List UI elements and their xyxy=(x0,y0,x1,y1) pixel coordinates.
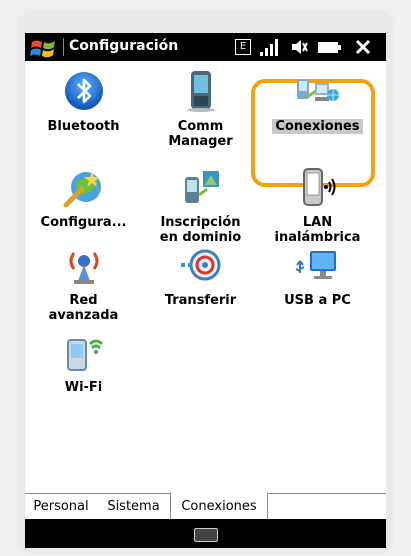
tab-bar: Personal Sistema Conexiones xyxy=(25,492,386,520)
comm-manager-label: Comm Manager xyxy=(168,119,233,149)
beam-label: Transferir xyxy=(164,293,237,308)
status-box-icon: E xyxy=(234,36,252,58)
domain-enrollment-icon xyxy=(184,171,219,203)
system-tray: E xyxy=(234,36,384,58)
wifi-label: Wi-Fi xyxy=(64,380,103,395)
wireless-lan-icon xyxy=(302,168,335,206)
configure-icon xyxy=(63,171,101,208)
connections-item[interactable]: Conexiones xyxy=(260,69,375,134)
connections-icon xyxy=(296,79,339,101)
comm-manager-icon xyxy=(186,71,215,112)
bluetooth-icon xyxy=(64,72,103,110)
configure-item[interactable]: Configura... xyxy=(26,165,141,230)
battery-icon[interactable] xyxy=(316,36,344,58)
keyboard-icon[interactable] xyxy=(194,528,218,542)
device-screen: Configuración E Bluetooth Comm Manager C… xyxy=(25,33,386,548)
comm-manager-item[interactable]: Comm Manager xyxy=(143,69,258,149)
signal-strength-icon[interactable] xyxy=(258,36,282,58)
connections-label: Conexiones xyxy=(272,119,363,134)
usb-to-pc-icon xyxy=(295,251,336,279)
menu-bar xyxy=(25,519,386,548)
page-title: Configuración xyxy=(69,38,179,54)
tab-conexiones[interactable]: Conexiones xyxy=(170,492,268,520)
advanced-network-item[interactable]: Red avanzada xyxy=(26,243,141,323)
windows-start-icon[interactable] xyxy=(29,37,59,59)
advanced-network-icon xyxy=(69,252,98,284)
tab-personal[interactable]: Personal xyxy=(25,494,98,518)
configure-label: Configura... xyxy=(40,215,127,230)
title-bar: Configuración E xyxy=(25,33,386,61)
bluetooth-label: Bluetooth xyxy=(47,119,120,134)
wireless-lan-label: LAN inalámbrica xyxy=(274,215,361,245)
advanced-network-label: Red avanzada xyxy=(48,293,119,323)
wifi-item[interactable]: Wi-Fi xyxy=(26,330,141,395)
beam-item[interactable]: Transferir xyxy=(143,243,258,308)
domain-enrollment-label: Inscripción en dominio xyxy=(159,215,242,245)
beam-icon xyxy=(180,249,220,281)
tab-sistema[interactable]: Sistema xyxy=(97,494,171,518)
close-icon[interactable] xyxy=(352,36,374,58)
bluetooth-item[interactable]: Bluetooth xyxy=(26,69,141,134)
usb-to-pc-item[interactable]: USB a PC xyxy=(260,243,375,308)
wireless-lan-item[interactable]: LAN inalámbrica xyxy=(260,165,375,245)
volume-icon[interactable] xyxy=(288,36,310,58)
usb-to-pc-label: USB a PC xyxy=(284,293,351,308)
wifi-icon xyxy=(66,339,103,371)
domain-enrollment-item[interactable]: Inscripción en dominio xyxy=(143,165,258,245)
